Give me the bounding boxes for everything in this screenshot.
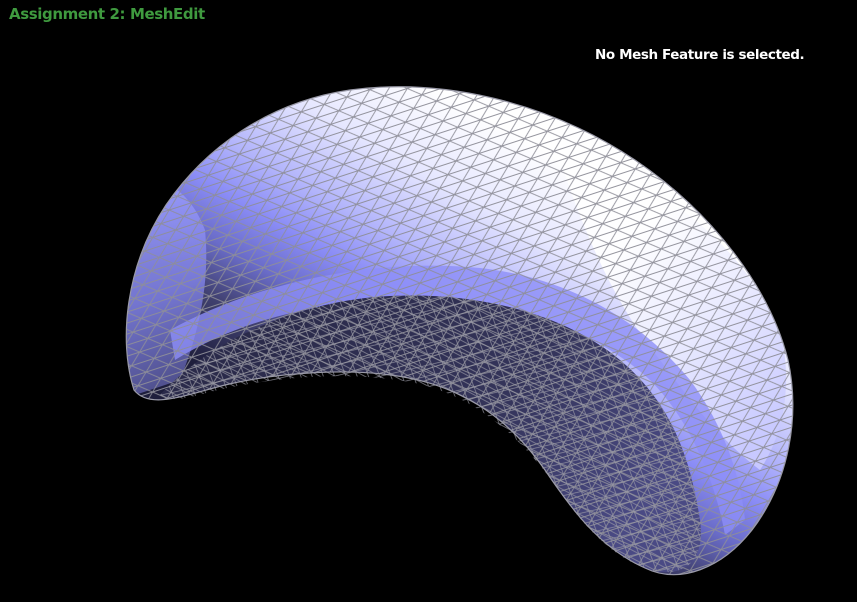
- mesh-body[interactable]: [0, 0, 857, 602]
- status-message: No Mesh Feature is selected.: [595, 47, 805, 63]
- render-viewport[interactable]: Assignment 2: MeshEdit No Mesh Feature i…: [0, 0, 857, 602]
- mesh-canvas[interactable]: [0, 0, 857, 602]
- app-title: Assignment 2: MeshEdit: [9, 5, 205, 23]
